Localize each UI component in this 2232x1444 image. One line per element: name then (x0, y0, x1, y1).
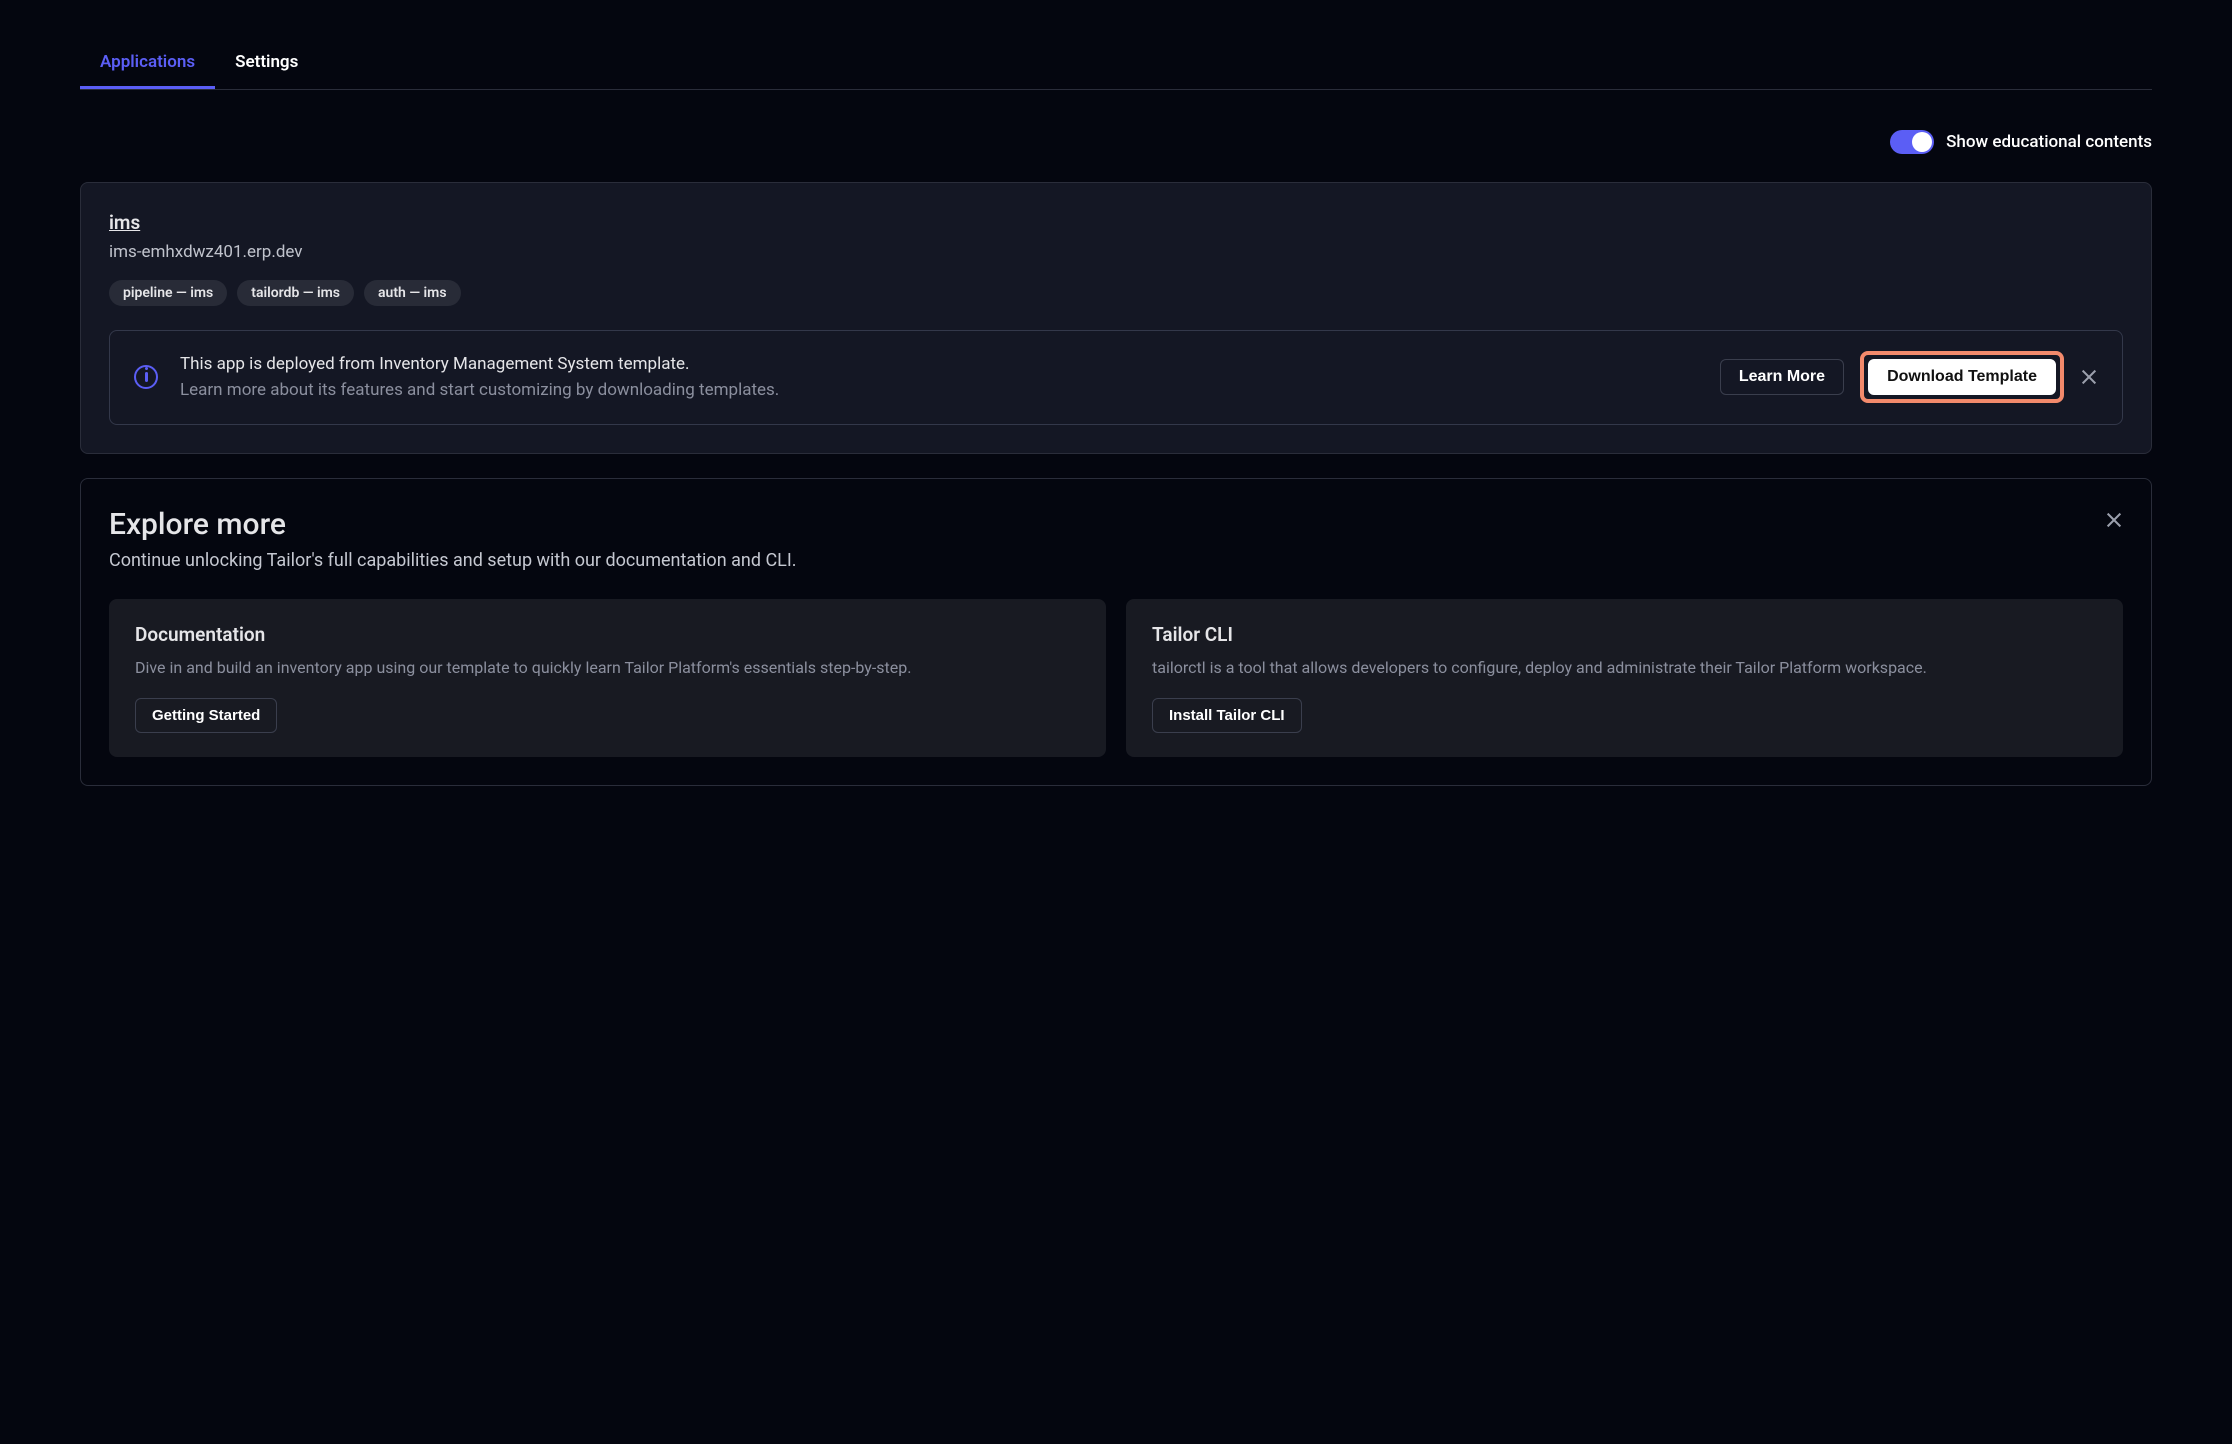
explore-title: Explore more (109, 507, 2123, 542)
toggle-knob (1912, 132, 1932, 152)
educational-toggle-row: Show educational contents (80, 130, 2152, 154)
explore-card-desc: tailorctl is a tool that allows develope… (1152, 656, 2097, 681)
explore-card-title: Tailor CLI (1152, 623, 2097, 646)
explore-subtitle: Continue unlocking Tailor's full capabil… (109, 550, 2123, 571)
educational-toggle-label: Show educational contents (1946, 132, 2152, 152)
explore-card-desc: Dive in and build an inventory app using… (135, 656, 1080, 681)
banner-actions: Learn More Download Template (1720, 351, 2098, 403)
app-chips: pipeline — ims tailordb — ims auth — ims (109, 280, 2123, 306)
chip-pipeline[interactable]: pipeline — ims (109, 280, 227, 306)
download-template-button[interactable]: Download Template (1868, 359, 2056, 395)
app-card: ims ims-emhxdwz401.erp.dev pipeline — im… (80, 182, 2152, 454)
tabs: Applications Settings (80, 40, 2152, 90)
learn-more-button[interactable]: Learn More (1720, 359, 1844, 395)
explore-grid: Documentation Dive in and build an inven… (109, 599, 2123, 758)
close-icon[interactable] (2105, 511, 2123, 529)
app-name-link[interactable]: ims (109, 211, 140, 234)
template-banner: This app is deployed from Inventory Mana… (109, 330, 2123, 425)
info-icon (134, 365, 158, 389)
getting-started-button[interactable]: Getting Started (135, 698, 277, 733)
install-cli-button[interactable]: Install Tailor CLI (1152, 698, 1302, 733)
tab-settings[interactable]: Settings (215, 40, 318, 89)
explore-section: Explore more Continue unlocking Tailor's… (80, 478, 2152, 787)
chip-tailordb[interactable]: tailordb — ims (237, 280, 354, 306)
educational-toggle[interactable] (1890, 130, 1934, 154)
explore-card-cli: Tailor CLI tailorctl is a tool that allo… (1126, 599, 2123, 758)
download-template-highlight: Download Template (1860, 351, 2064, 403)
chip-auth[interactable]: auth — ims (364, 280, 461, 306)
explore-card-documentation: Documentation Dive in and build an inven… (109, 599, 1106, 758)
banner-line2: Learn more about its features and start … (180, 377, 1698, 403)
tab-applications[interactable]: Applications (80, 40, 215, 89)
explore-card-title: Documentation (135, 623, 1080, 646)
banner-text: This app is deployed from Inventory Mana… (180, 351, 1698, 404)
banner-line1: This app is deployed from Inventory Mana… (180, 351, 1698, 377)
app-url: ims-emhxdwz401.erp.dev (109, 242, 2123, 262)
close-icon[interactable] (2080, 368, 2098, 386)
